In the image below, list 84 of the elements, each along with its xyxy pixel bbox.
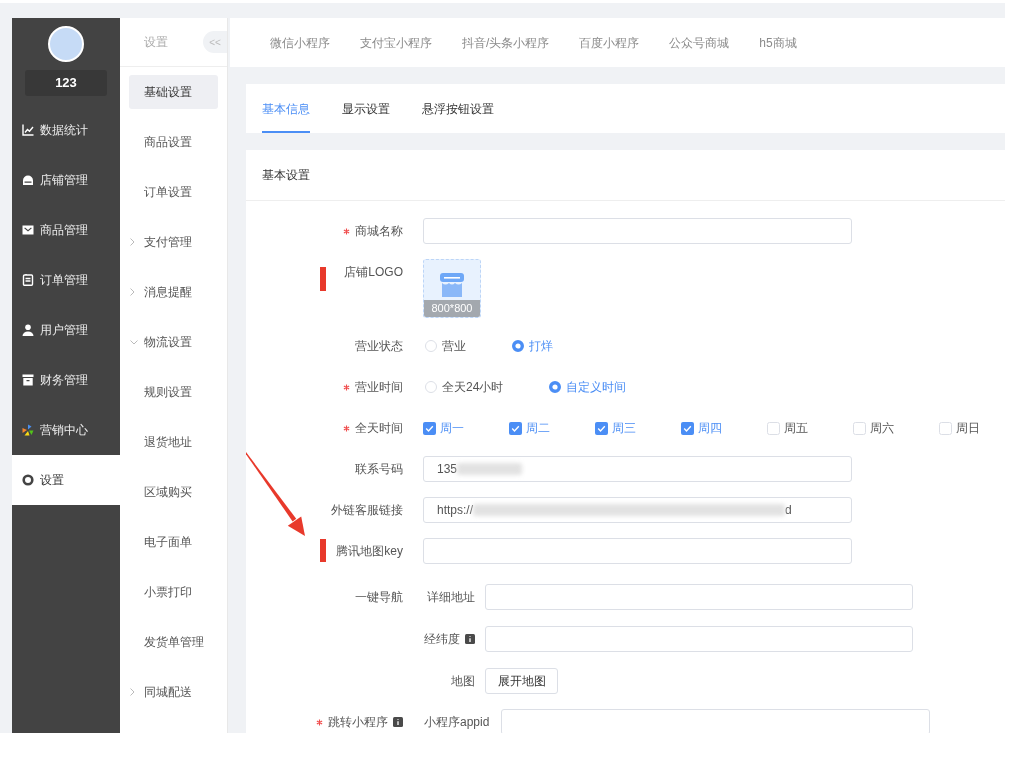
radio-label[interactable]: 全天24小时 <box>442 378 504 396</box>
subnav-item[interactable]: 基础设置 <box>129 75 218 109</box>
info-icon[interactable] <box>393 717 403 727</box>
ring-icon <box>22 474 34 486</box>
checkbox[interactable] <box>939 421 952 435</box>
sidebar-menu-item[interactable]: 订单管理 <box>12 255 120 305</box>
platform-tab[interactable]: h5商城 <box>759 33 797 52</box>
text-field[interactable] <box>423 218 852 244</box>
field-label: 腾讯地图key <box>336 543 403 560</box>
field-label: 小程序appid <box>424 714 490 731</box>
sidebar-menu-item[interactable]: 财务管理 <box>12 355 120 405</box>
text-field[interactable]: https:// d <box>423 497 852 523</box>
field-label: 商城名称 <box>355 223 403 240</box>
field-label: 详细地址 <box>427 589 475 606</box>
radio-label[interactable]: 营业 <box>442 337 466 355</box>
checkbox-label[interactable]: 周一 <box>440 419 464 437</box>
platform-tab[interactable]: 百度小程序 <box>579 33 640 52</box>
store-icon <box>22 174 34 186</box>
sidebar-menu-item[interactable]: 设置 <box>12 455 120 505</box>
user-name: 123 <box>25 70 107 96</box>
radio-button[interactable] <box>512 340 524 352</box>
checkbox[interactable] <box>509 421 522 435</box>
checkbox[interactable] <box>681 421 694 435</box>
text-field[interactable] <box>485 626 913 652</box>
checkbox-label[interactable]: 周六 <box>870 419 894 437</box>
field-label: 外链客服链接 <box>331 502 403 519</box>
clipboard-icon <box>22 274 34 286</box>
subnav-item[interactable]: 小票打印 <box>129 575 218 609</box>
archive-box-icon <box>22 374 34 386</box>
checkbox[interactable] <box>595 421 608 435</box>
field-label: 全天时间 <box>355 420 403 437</box>
field-label: 营业状态 <box>355 338 403 355</box>
sidebar-menu-item[interactable]: 数据统计 <box>12 105 120 155</box>
info-icon[interactable] <box>465 634 475 644</box>
card-title: 基本设置 <box>262 167 310 184</box>
subnav-item[interactable]: 物流设置 <box>129 325 218 359</box>
checkbox-label[interactable]: 周二 <box>526 419 550 437</box>
field-label: 一键导航 <box>355 589 403 606</box>
platform-tab[interactable]: 公众号商城 <box>669 33 730 52</box>
field-label: 跳转小程序 <box>328 714 388 731</box>
radio-button[interactable] <box>549 381 562 393</box>
line-chart-icon <box>22 124 34 136</box>
text-field[interactable] <box>501 709 931 733</box>
user-icon <box>22 324 34 336</box>
subnav-title: 设置 <box>144 34 168 51</box>
checkbox[interactable] <box>423 421 436 435</box>
sidebar-menu-item[interactable]: 营销中心 <box>12 405 120 455</box>
checkbox[interactable] <box>767 421 780 435</box>
subnav-item[interactable]: 区域购买 <box>129 475 218 509</box>
section-tab[interactable]: 显示设置 <box>342 84 390 133</box>
envelope-icon <box>22 224 34 236</box>
pinwheel-icon <box>22 424 34 436</box>
field-label: 地图 <box>451 673 475 690</box>
subnav-item[interactable]: 消息提醒 <box>129 275 218 309</box>
section-tab[interactable]: 悬浮按钮设置 <box>422 84 494 133</box>
sidebar-menu-item[interactable]: 用户管理 <box>12 305 120 355</box>
subnav-item[interactable]: 规则设置 <box>129 375 218 409</box>
platform-tab[interactable]: 抖音/头条小程序 <box>462 33 550 52</box>
platform-tab[interactable]: 微信小程序 <box>270 33 330 52</box>
checkbox-label[interactable]: 周日 <box>956 419 980 437</box>
field-label: 店铺LOGO <box>344 264 403 281</box>
subnav-item[interactable]: 同城配送 <box>129 675 218 709</box>
checkbox-label[interactable]: 周五 <box>784 419 808 437</box>
platform-tab[interactable]: 支付宝小程序 <box>360 33 432 52</box>
subnav-item[interactable]: 支付管理 <box>129 225 218 259</box>
text-field[interactable]: 135 <box>423 456 852 482</box>
text-field[interactable] <box>423 538 852 564</box>
subnav-item[interactable]: 商品设置 <box>129 125 218 159</box>
subnav-item[interactable]: 订单设置 <box>129 175 218 209</box>
sidebar-menu-item[interactable]: 商品管理 <box>12 205 120 255</box>
checkbox-label[interactable]: 周三 <box>612 419 636 437</box>
subnav-item[interactable]: 发货单管理 <box>129 625 218 659</box>
expand-map-button[interactable]: 展开地图 <box>485 668 558 694</box>
field-label: 经纬度 <box>424 631 460 648</box>
field-label: 营业时间 <box>355 379 403 396</box>
avatar-placeholder[interactable] <box>48 26 84 62</box>
size-hint: 800*800 <box>424 300 480 317</box>
field-label: 联系号码 <box>355 461 403 478</box>
store-icon <box>439 273 465 297</box>
subnav-item[interactable]: 电子面单 <box>129 525 218 559</box>
sidebar-menu-item[interactable]: 店铺管理 <box>12 155 120 205</box>
subnav-item[interactable]: 退货地址 <box>129 425 218 459</box>
text-field[interactable] <box>485 584 913 610</box>
checkbox[interactable] <box>853 421 866 435</box>
